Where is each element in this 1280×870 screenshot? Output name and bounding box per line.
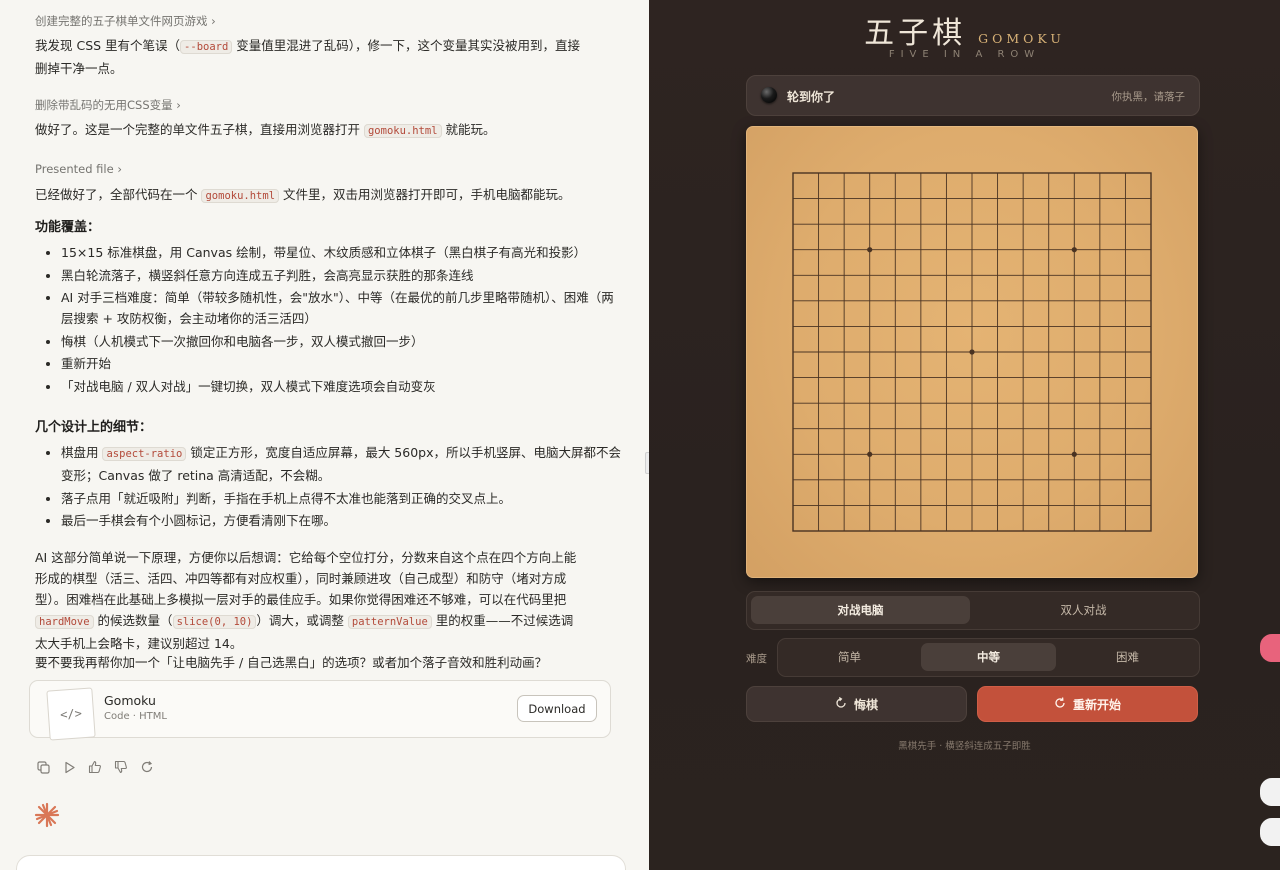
thumbs-up-icon[interactable]: [87, 759, 103, 775]
list-item: 重新开始: [61, 353, 621, 374]
undo-button[interactable]: 悔棋: [746, 686, 967, 722]
mode-option-two-player[interactable]: 双人对战: [974, 596, 1193, 624]
step-label: 创建完整的五子棋单文件网页游戏: [35, 14, 208, 28]
difficulty-label: 难度: [746, 653, 767, 665]
inline-code: hardMove: [35, 615, 94, 629]
details-heading: 几个设计上的细节：: [35, 420, 153, 435]
features-heading: 功能覆盖：: [35, 220, 101, 235]
list-item: 悔棋（人机模式下一次撤回你和电脑各一步，双人模式撤回一步）: [61, 331, 621, 352]
game-subtitle: FIVE IN A ROW: [888, 49, 1041, 60]
list-item: AI 对手三档难度：简单（带较多随机性，会"放水"）、中等（在最优的前几步里略带…: [61, 287, 621, 329]
message-composer[interactable]: [16, 855, 626, 870]
game-preview-panel: 五子棋 GOMOKU FIVE IN A ROW 轮到你了 你执黑，请落子 对战电…: [649, 0, 1280, 870]
board-grid[interactable]: [746, 126, 1198, 578]
star-point: [969, 349, 975, 355]
retry-icon[interactable]: [139, 759, 155, 775]
mode-option-vs-computer[interactable]: 对战电脑: [751, 596, 970, 624]
chevron-right-icon: ›: [176, 98, 181, 112]
file-title: Gomoku: [104, 693, 156, 708]
code-file-icon: </>: [46, 687, 96, 741]
list-item: 落子点用「就近吸附」判断，手指在手机上点得不太准也能落到正确的交叉点上。: [61, 488, 621, 509]
chevron-right-icon: ›: [211, 14, 216, 28]
turn-status-bar: 轮到你了 你执黑，请落子: [746, 75, 1200, 116]
rules-footer: 黑棋先手 · 横竖斜连成五子即胜: [898, 741, 1031, 752]
star-point: [1071, 451, 1077, 457]
list-item: 「对战电脑 / 双人对战」一键切换，双人模式下难度选项会自动变灰: [61, 376, 621, 397]
step-item[interactable]: 删除带乱码的无用CSS变量 ›: [35, 97, 181, 113]
file-card[interactable]: </> Gomoku Code · HTML Download: [29, 680, 611, 741]
restart-icon: [1054, 696, 1066, 712]
reader-icon[interactable]: [1260, 778, 1280, 806]
message-paragraph: 我发现 CSS 里有个笔误（ --board 变量值里混进了乱码），修一下，这个变…: [35, 38, 581, 76]
list-item: 棋盘用 aspect-ratio 锁定正方形，宽度自适应屏幕，最大 560px，…: [61, 442, 621, 486]
play-icon[interactable]: [61, 759, 77, 775]
undo-label: 悔棋: [853, 697, 878, 712]
game-brand: 五子棋 GOMOKU: [649, 8, 1280, 52]
chat-panel: 创建完整的五子棋单文件网页游戏 › 我发现 CSS 里有个笔误（ --board …: [0, 0, 649, 870]
inline-code: gomoku.html: [363, 124, 442, 138]
inline-code: --board: [180, 40, 233, 54]
restart-label: 重新开始: [1072, 697, 1121, 712]
black-stone-icon: [761, 87, 777, 103]
difficulty-switch: 简单 中等 困难: [777, 638, 1200, 677]
star-point: [1071, 247, 1077, 253]
difficulty-option-hard[interactable]: 困难: [1060, 643, 1195, 671]
turn-hint-text: 你执黑，请落子: [1111, 91, 1186, 103]
step-label: 删除带乱码的无用CSS变量: [35, 98, 173, 112]
restart-button[interactable]: 重新开始: [977, 686, 1198, 722]
difficulty-option-easy[interactable]: 简单: [782, 643, 917, 671]
chevron-right-icon: ›: [117, 162, 122, 176]
browser-icon[interactable]: [1260, 818, 1280, 846]
step-item[interactable]: Presented file ›: [35, 162, 122, 176]
thumbs-down-icon[interactable]: [113, 759, 129, 775]
game-title: 五子棋: [864, 16, 967, 51]
message-paragraph: 做好了。这是一个完整的单文件五子棋，直接用浏览器打开 gomoku.html 就…: [35, 122, 496, 138]
list-item: 15×15 标准棋盘，用 Canvas 绘制，带星位、木纹质感和立体棋子（黑白棋…: [61, 242, 621, 263]
mode-switch: 对战电脑 双人对战: [746, 591, 1200, 630]
message-paragraph: 已经做好了，全部代码在一个 gomoku.html 文件里，双击用浏览器打开即可…: [35, 187, 571, 203]
copy-icon[interactable]: [35, 759, 51, 775]
list-item: 最后一手棋会有个小圆标记，方便看清刚下在哪。: [61, 510, 621, 531]
file-subtitle: Code · HTML: [104, 711, 167, 722]
message-paragraph: AI 这部分简单说一下原理，方便你以后想调：它给每个空位打分，分数来自这个点在四…: [35, 550, 577, 651]
turn-status-text: 轮到你了: [787, 90, 836, 104]
list-item: 黑白轮流落子，横竖斜任意方向连成五子判胜，会高亮显示获胜的那条连线: [61, 265, 621, 286]
message-paragraph: 要不要我再帮你加一个「让电脑先手 / 自己选黑白」的选项？或者加个落子音效和胜利…: [35, 655, 548, 670]
step-label: Presented file: [35, 162, 114, 176]
features-list: 15×15 标准棋盘，用 Canvas 绘制，带星位、木纹质感和立体棋子（黑白棋…: [35, 242, 621, 398]
undo-icon: [835, 696, 847, 712]
extension-icon[interactable]: [1260, 634, 1280, 662]
star-point: [867, 247, 873, 253]
game-board[interactable]: [746, 126, 1198, 578]
assistant-logo-icon: [34, 802, 60, 832]
step-item[interactable]: 创建完整的五子棋单文件网页游戏 ›: [35, 13, 216, 29]
inline-code: slice(0, 10): [172, 615, 257, 629]
game-title-en: GOMOKU: [978, 31, 1065, 46]
details-list: 棋盘用 aspect-ratio 锁定正方形，宽度自适应屏幕，最大 560px，…: [35, 442, 621, 533]
inline-code: gomoku.html: [201, 189, 280, 203]
message-actions: [35, 759, 155, 775]
star-point: [867, 451, 873, 457]
inline-code: patternValue: [347, 615, 432, 629]
inline-code: aspect-ratio: [102, 447, 187, 461]
difficulty-option-medium[interactable]: 中等: [921, 643, 1056, 671]
download-button[interactable]: Download: [517, 695, 597, 722]
